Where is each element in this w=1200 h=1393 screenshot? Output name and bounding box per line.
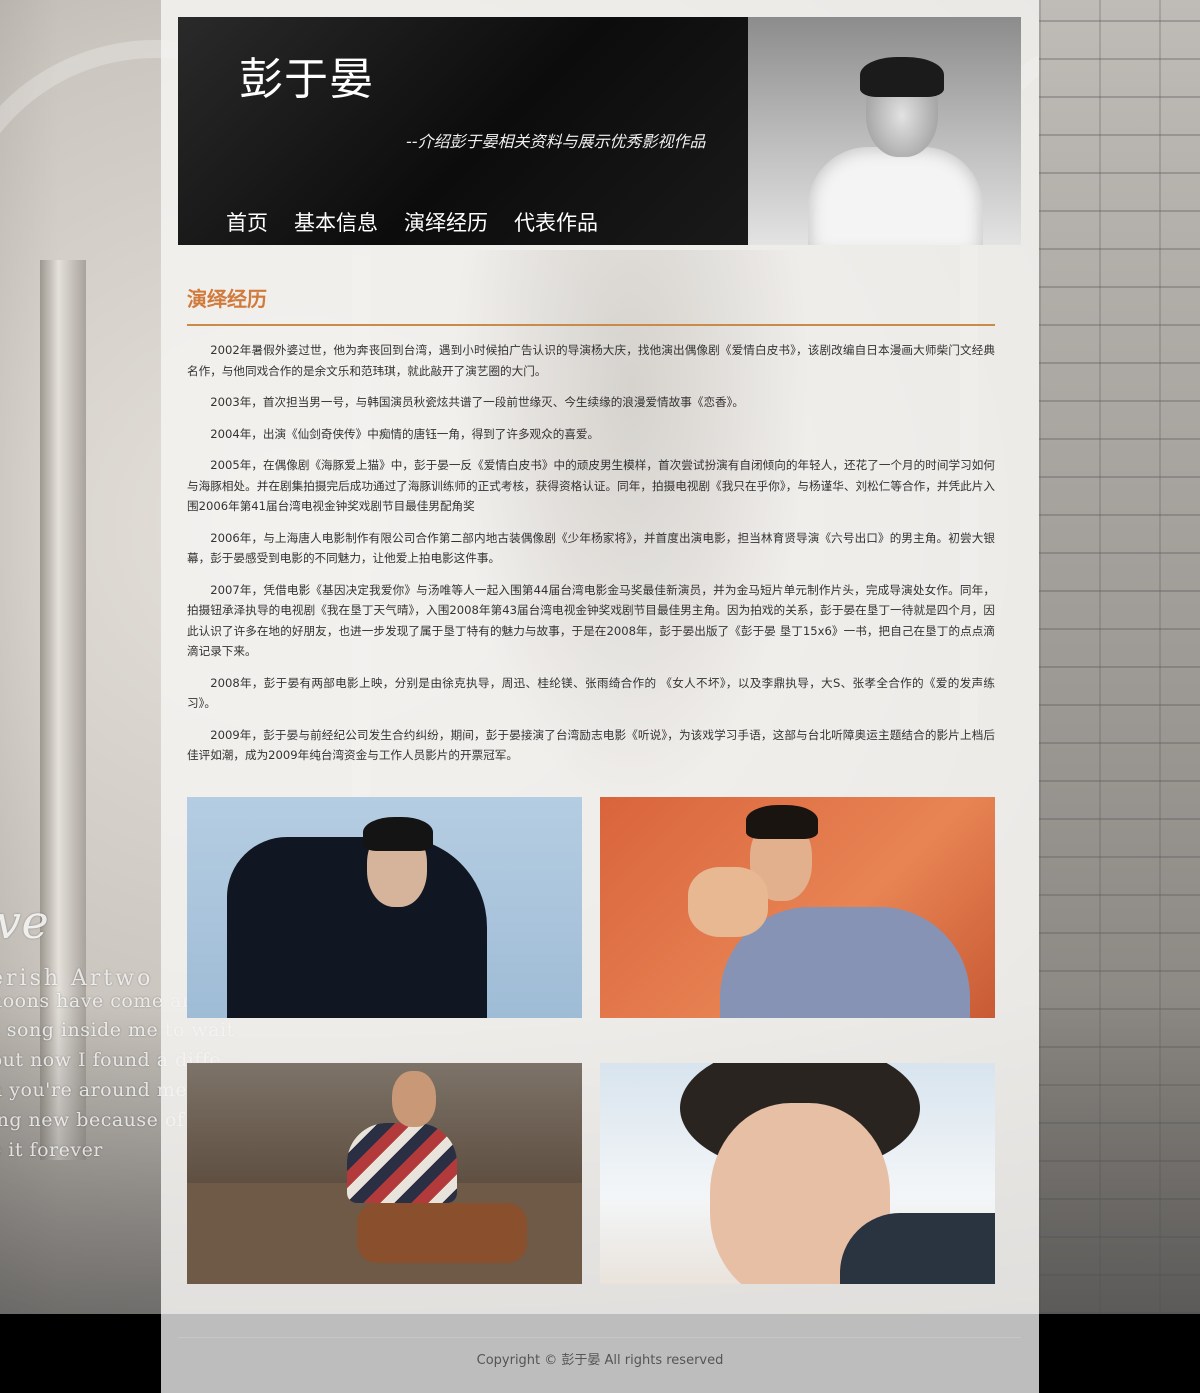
site-title: 彭于晏	[239, 54, 374, 105]
nav-works[interactable]: 代表作品	[514, 207, 598, 237]
photo-legs	[357, 1203, 527, 1263]
photo-hair	[363, 817, 433, 851]
article-paragraph: 2006年，与上海唐人电影制作有限公司合作第二部内地古装偶像剧《少年杨家将》，并…	[187, 530, 995, 566]
portrait-shirt	[808, 147, 983, 245]
site-subtitle: --介绍彭于晏相关资料与展示优秀影视作品	[406, 132, 706, 151]
photo-sweater	[347, 1123, 457, 1203]
article-paragraph: 2004年，出演《仙剑奇侠传》中痴情的唐钰一角，得到了许多观众的喜爱。	[210, 426, 600, 441]
photo-hair	[746, 805, 818, 839]
bg-text-line: e it forever	[0, 1139, 103, 1161]
footer-divider	[178, 1337, 1021, 1338]
bg-text-line: erish Artwo	[0, 966, 154, 991]
bg-script-text: ve	[0, 895, 50, 949]
portrait-hair	[860, 57, 944, 97]
nav-career[interactable]: 演绎经历	[404, 207, 488, 237]
section-title: 演绎经历	[187, 287, 267, 311]
article-paragraph: 2009年，彭于晏与前经纪公司发生合约纠纷，期间，彭于晏接演了台湾励志电影《听说…	[187, 727, 995, 763]
copyright-text: Copyright © 彭于晏 All rights reserved	[476, 1353, 724, 1368]
gallery-photo-1[interactable]	[187, 797, 582, 1018]
article-paragraph: 2008年，彭于晏有两部电影上映，分别是由徐克执导，周迅、桂纶镁、张雨绮合作的 …	[187, 675, 995, 711]
article-paragraph: 2005年，在偶像剧《海豚爱上猫》中，彭于晏一反《爱情白皮书》中的顽皮男生模样，…	[187, 458, 995, 513]
article-paragraph: 2002年暑假外婆过世，他为奔丧回到台湾，遇到小时候拍广告认识的导演杨大庆，找他…	[187, 343, 995, 378]
header-portrait-image	[748, 17, 1021, 245]
career-article: 2002年暑假外婆过世，他为奔丧回到台湾，遇到小时候拍广告认识的导演杨大庆，找他…	[187, 340, 995, 777]
site-header: 彭于晏 --介绍彭于晏相关资料与展示优秀影视作品 首页 基本信息 演绎经历 代表…	[178, 17, 1021, 245]
gallery-photo-4[interactable]	[600, 1063, 995, 1284]
gallery-photo-2[interactable]	[600, 797, 995, 1018]
section-divider	[187, 324, 995, 326]
photo-face	[392, 1071, 436, 1127]
nav-home[interactable]: 首页	[226, 207, 268, 237]
nav-basic-info[interactable]: 基本信息	[294, 207, 378, 237]
main-nav: 首页 基本信息 演绎经历 代表作品	[226, 207, 598, 237]
article-paragraph: 2003年，首次担当男一号，与韩国演员秋瓷炫共谱了一段前世缘灭、今生续缘的浪漫爱…	[210, 395, 745, 409]
page-container: 彭于晏 --介绍彭于晏相关资料与展示优秀影视作品 首页 基本信息 演绎经历 代表…	[161, 0, 1039, 1393]
bg-text-line: n you're around me	[0, 1079, 188, 1101]
photo-hands	[688, 867, 768, 937]
photo-gallery	[187, 797, 995, 1284]
article-paragraph: 2007年，凭借电影《基因决定我爱你》与汤唯等人一起入围第44届台湾电影金马奖最…	[187, 582, 995, 659]
gallery-photo-3[interactable]	[187, 1063, 582, 1284]
photo-figure	[227, 837, 487, 1018]
